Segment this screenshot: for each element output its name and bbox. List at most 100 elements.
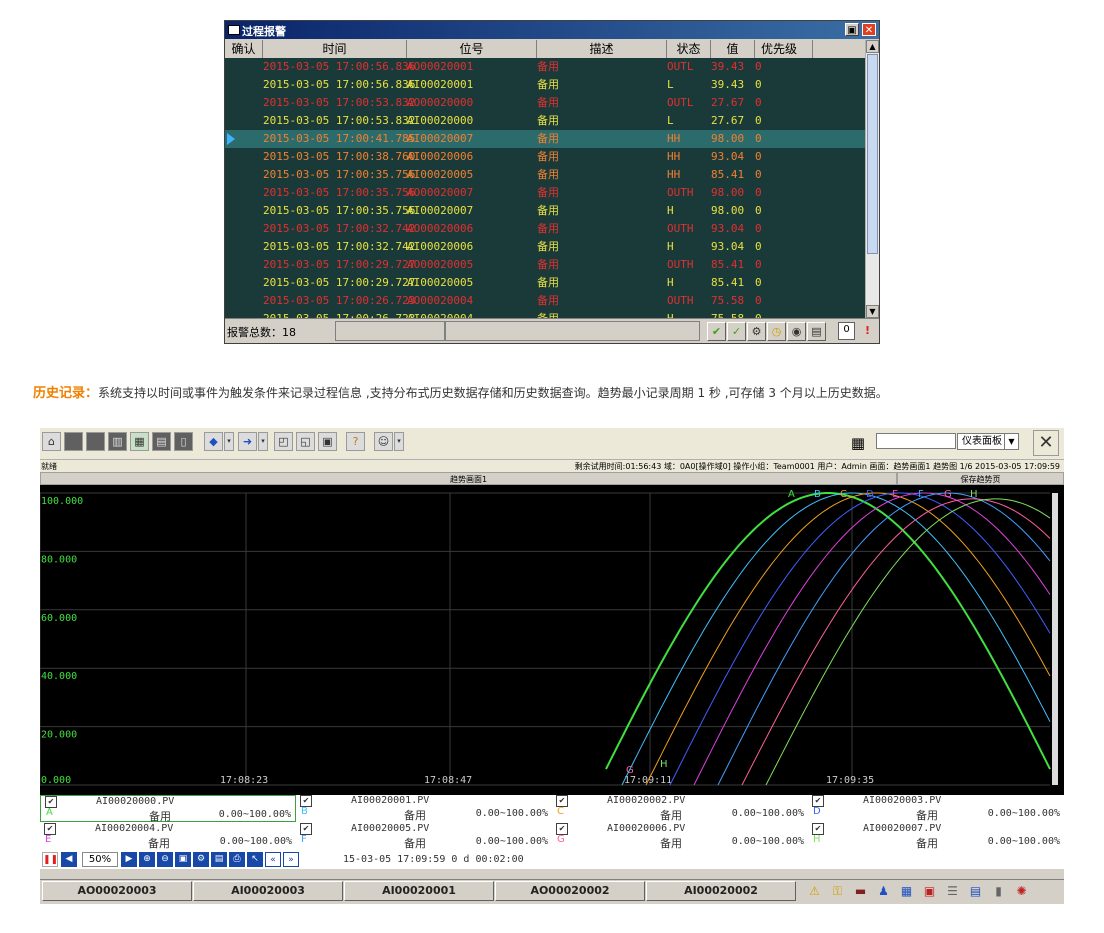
legend-item[interactable]: ✔ B AI00020001.PV 备用 0.00~100.00% — [296, 795, 552, 822]
calculator-icon[interactable]: ▦ — [848, 433, 868, 453]
header-priority[interactable]: 优先级 — [755, 40, 813, 58]
search-input[interactable] — [876, 433, 956, 449]
restore-button[interactable]: ▣ — [845, 23, 859, 36]
gear-icon[interactable]: ⚙ — [747, 322, 766, 341]
table-row[interactable]: 2015-03-05 17:00:32.742 AO00020006 备用 OUTH 9… — [225, 220, 865, 238]
chart-icon[interactable]: ▥ — [108, 432, 127, 451]
legend-item[interactable]: ✔ H AI00020007.PV 备用 0.00~100.00% — [808, 823, 1064, 850]
header-ack[interactable]: 确认 — [225, 40, 263, 58]
table-row[interactable]: 2015-03-05 17:00:38.760 AI00020006 备用 HH 93.… — [225, 148, 865, 166]
clock-icon[interactable]: ◷ — [767, 322, 786, 341]
legend-item[interactable]: ✔ D AI00020003.PV 备用 0.00~100.00% — [808, 795, 1064, 822]
table-icon[interactable]: ▦ — [897, 882, 916, 900]
window-icon[interactable]: ◰ — [274, 432, 293, 451]
zoom-out-icon[interactable]: ⊖ — [157, 852, 173, 867]
header-time[interactable]: 时间 — [263, 40, 407, 58]
scroll-down-arrow-icon[interactable]: ▼ — [866, 305, 879, 318]
chevron-down-icon[interactable]: ▾ — [224, 432, 234, 451]
list-icon[interactable]: ☰ — [943, 882, 962, 900]
alarm-scrollbar[interactable]: ▲ ▼ — [865, 40, 879, 318]
fast-forward-icon[interactable]: » — [283, 852, 299, 867]
header-tag[interactable]: 位号 — [407, 40, 537, 58]
tag-button[interactable]: AI00020002 — [646, 881, 796, 901]
chevron-down-icon[interactable]: ▾ — [258, 432, 268, 451]
table-row[interactable]: 2015-03-05 17:00:53.832 AI00020000 备用 L 27.6… — [225, 112, 865, 130]
table-row[interactable]: 2015-03-05 17:00:56.836 AO00020001 备用 OUTL 3… — [225, 58, 865, 76]
grid-icon[interactable]: ▦ — [130, 432, 149, 451]
chevron-down-icon[interactable]: ▼ — [1004, 434, 1018, 449]
alarm-count-field[interactable]: 0 — [838, 322, 855, 340]
tools-icon[interactable]: ✕ — [1033, 430, 1059, 456]
zoom-in-icon[interactable]: ⊕ — [139, 852, 155, 867]
state-cell: L — [667, 114, 674, 127]
save-trend-button[interactable]: 保存趋势页 — [897, 472, 1064, 485]
y-tick-label: 100.000 — [41, 496, 83, 507]
legend-item[interactable]: ✔ G AI00020006.PV 备用 0.00~100.00% — [552, 823, 808, 850]
user-icon[interactable]: ♟ — [874, 882, 893, 900]
table-row[interactable]: 2015-03-05 17:00:56.836 AI00020001 备用 L 39.4… — [225, 76, 865, 94]
cursor-icon[interactable]: ↖ — [247, 852, 263, 867]
legend-item[interactable]: ✔ C AI00020002.PV 备用 0.00~100.00% — [552, 795, 808, 822]
zoom-level[interactable]: 50% — [82, 852, 118, 867]
table-row[interactable]: 2015-03-05 17:00:32.742 AI00020006 备用 H 93.0… — [225, 238, 865, 256]
close-button[interactable]: ✕ — [862, 23, 876, 36]
chevron-down-icon[interactable]: ▾ — [394, 432, 404, 451]
block-icon[interactable] — [86, 432, 105, 451]
alert-icon[interactable]: ! — [858, 322, 877, 341]
pause-icon[interactable]: ❚❚ — [42, 852, 58, 867]
document-icon[interactable]: ▤ — [211, 852, 227, 867]
tag-button[interactable]: AO00020003 — [42, 881, 192, 901]
report-icon[interactable]: ▣ — [920, 882, 939, 900]
monitor-icon[interactable]: ▬ — [851, 882, 870, 900]
settings-icon[interactable]: ⚙ — [193, 852, 209, 867]
window-icon[interactable]: ◱ — [296, 432, 315, 451]
forward-arrow-icon[interactable]: ▶ — [121, 852, 137, 867]
lock-icon[interactable]: ⚿ — [828, 882, 847, 900]
eye-icon[interactable]: ◉ — [787, 322, 806, 341]
document-icon[interactable]: ▤ — [966, 882, 985, 900]
table-row[interactable]: 2015-03-05 17:00:53.832 AO00020000 备用 OUTL 2… — [225, 94, 865, 112]
help-icon[interactable]: ? — [346, 432, 365, 451]
back-arrow-icon[interactable]: ◆ — [204, 432, 223, 451]
scroll-up-arrow-icon[interactable]: ▲ — [866, 40, 879, 53]
table-row[interactable]: 2015-03-05 17:00:35.756 AO00020007 备用 OUTH 9… — [225, 184, 865, 202]
print-icon[interactable]: ⎙ — [229, 852, 245, 867]
print-icon[interactable]: ▤ — [807, 322, 826, 341]
tag-button[interactable]: AO00020002 — [495, 881, 645, 901]
book-icon[interactable]: ▣ — [318, 432, 337, 451]
trend-chart[interactable]: 100.000 80.000 60.000 40.000 20.000 0.000 17:0… — [40, 485, 1064, 795]
tab-trend-screen[interactable]: 趋势画面1 — [40, 472, 897, 485]
table-row[interactable]: 2015-03-05 17:00:26.723 AO00020004 备用 OUTH 7… — [225, 292, 865, 310]
scroll-thumb[interactable] — [867, 54, 878, 254]
document-icon[interactable]: ▯ — [174, 432, 193, 451]
forward-arrow-icon[interactable]: ➜ — [238, 432, 257, 451]
home-icon[interactable]: ⌂ — [42, 432, 61, 451]
settings-icon[interactable]: ✺ — [1012, 882, 1031, 900]
table-row[interactable]: 2015-03-05 17:00:29.727 AI00020005 备用 H 85.4… — [225, 274, 865, 292]
legend-item[interactable]: ✔ E AI00020004.PV 备用 0.00~100.00% — [40, 823, 296, 850]
report-icon[interactable]: ▤ — [152, 432, 171, 451]
time-cell: 2015-03-05 17:00:26.723 — [263, 310, 415, 318]
block-icon[interactable] — [64, 432, 83, 451]
table-row[interactable]: 2015-03-05 17:00:35.756 AI00020005 备用 HH 85.… — [225, 166, 865, 184]
check-all-icon[interactable]: ✓ — [727, 322, 746, 341]
legend-item[interactable]: ✔ F AI00020005.PV 备用 0.00~100.00% — [296, 823, 552, 850]
table-row[interactable]: 2015-03-05 17:00:41.785 AI00020007 备用 HH 98.… — [225, 130, 865, 148]
check-icon[interactable]: ✔ — [707, 322, 726, 341]
header-desc[interactable]: 描述 — [537, 40, 667, 58]
alarm-bell-icon[interactable]: ⚠ — [805, 882, 824, 900]
save-icon[interactable]: ▣ — [175, 852, 191, 867]
tag-button[interactable]: AI00020001 — [344, 881, 494, 901]
user-icon[interactable]: ☺ — [374, 432, 393, 451]
panel-select[interactable]: 仪表面板 ▼ — [957, 433, 1019, 450]
rewind-icon[interactable]: « — [265, 852, 281, 867]
back-arrow-icon[interactable]: ◀ — [61, 852, 77, 867]
table-row[interactable]: 2015-03-05 17:00:26.723AI00020004 备用 H 75.5… — [225, 310, 865, 318]
table-row[interactable]: 2015-03-05 17:00:35.756 AI00020007 备用 H 98.0… — [225, 202, 865, 220]
block-icon[interactable]: ▮ — [989, 882, 1008, 900]
tag-button[interactable]: AI00020003 — [193, 881, 343, 901]
legend-item[interactable]: ✔ A AI00020000.PV 备用 0.00~100.00% — [40, 795, 296, 823]
header-value[interactable]: 值 — [711, 40, 755, 58]
table-row[interactable]: 2015-03-05 17:00:29.727 AO00020005 备用 OUTH 8… — [225, 256, 865, 274]
header-state[interactable]: 状态 — [667, 40, 711, 58]
